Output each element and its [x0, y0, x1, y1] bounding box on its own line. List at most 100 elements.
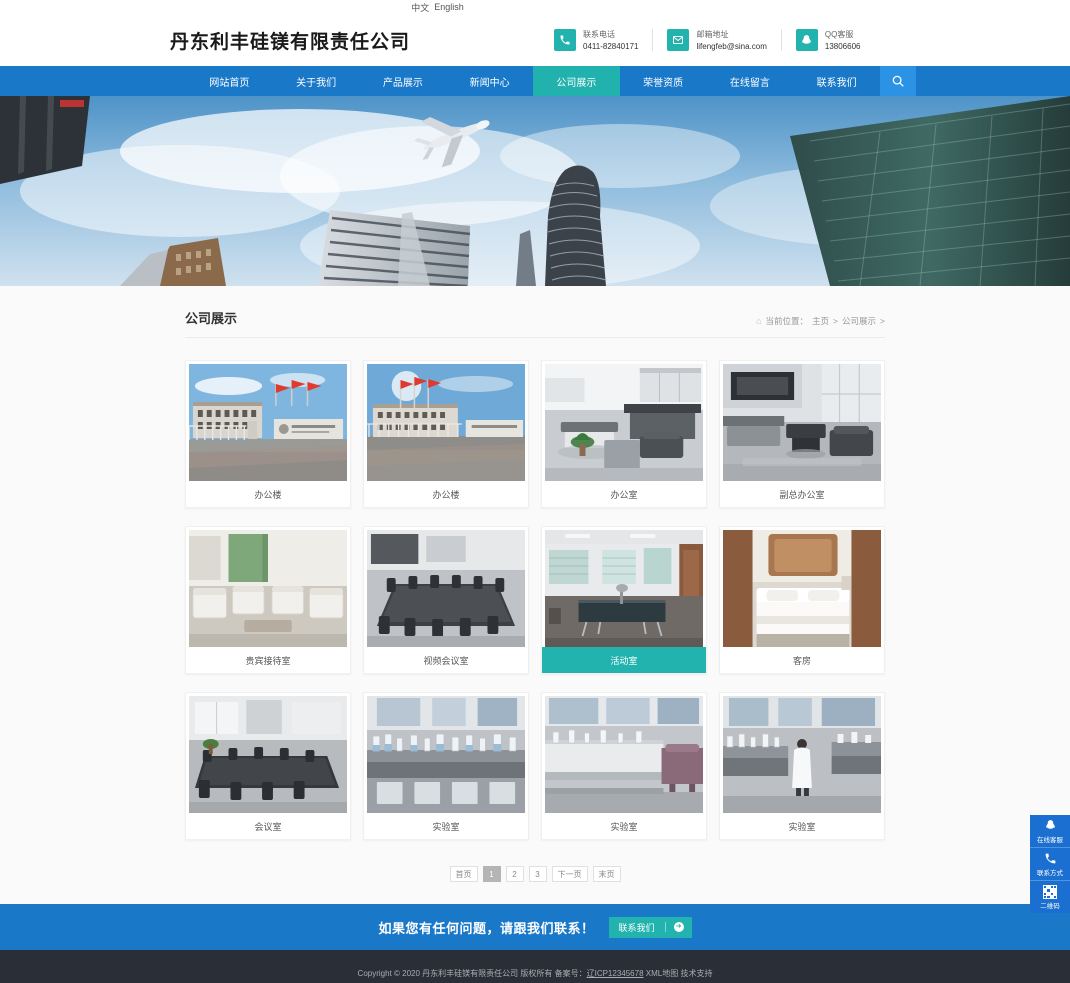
gallery-card-active[interactable]: 活动室 [541, 526, 707, 674]
widget-contact-method[interactable]: 联系方式 [1030, 848, 1070, 881]
card-thumbnail [367, 364, 525, 481]
nav-item-honors[interactable]: 荣誉资质 [620, 66, 707, 96]
qrcode-icon [1043, 885, 1057, 899]
contact-phone-value: 0411-82840171 [583, 42, 639, 51]
cta-contact-button[interactable]: 联系我们 ➜ [608, 916, 692, 938]
pagination: 首页 1 2 3 下一页 末页 [185, 840, 885, 882]
pagination-last[interactable]: 末页 [592, 866, 621, 882]
nav-item-company-showcase[interactable]: 公司展示 [533, 66, 620, 96]
contact-qq[interactable]: QQ客服 13806606 [780, 29, 875, 51]
lang-english-link[interactable]: English [434, 2, 464, 12]
hero-image [0, 96, 1070, 286]
footer-copyright-text: Copyright © 2020 丹东利丰硅镁有限责任公司 版权所有 备案号： [357, 968, 587, 978]
page-title: 公司展示 [185, 311, 238, 326]
gallery-grid: 办公楼 办公楼 办公室 副总办公室 贵宾接待室 视频会议室 活动室 客房 会议室… [185, 338, 885, 840]
language-bar: 中文 English [0, 0, 1070, 14]
gallery-card[interactable]: 办公楼 [363, 360, 529, 508]
breadcrumb: ⌂ 当前位置： 主页 > 公司展示 > [756, 315, 885, 327]
gallery-card[interactable]: 实验室 [541, 692, 707, 840]
card-caption: 实验室 [364, 813, 528, 839]
card-thumbnail [545, 696, 703, 813]
office-building-flags2-image [367, 364, 525, 481]
mail-icon [667, 29, 690, 51]
cta-button-label: 联系我们 [618, 922, 655, 933]
gallery-card[interactable]: 办公楼 [185, 360, 351, 508]
gallery-card[interactable]: 会议室 [185, 692, 351, 840]
contact-phone[interactable]: 联系电话 0411-82840171 [540, 29, 652, 51]
cta-text: 如果您有任何问题，请跟我们联系！ [378, 920, 595, 936]
contact-phone-label: 联系电话 [583, 30, 616, 39]
card-caption: 客房 [720, 647, 884, 673]
gallery-card[interactable]: 副总办公室 [719, 360, 885, 508]
card-thumbnail [545, 364, 703, 481]
card-caption: 办公室 [542, 481, 706, 507]
nav-item-home[interactable]: 网站首页 [186, 66, 273, 96]
card-caption: 会议室 [186, 813, 350, 839]
pagination-next[interactable]: 下一页 [551, 866, 588, 882]
hero-banner [0, 96, 1070, 286]
contact-email-label: 邮箱地址 [696, 30, 729, 39]
main-content: 公司展示 ⌂ 当前位置： 主页 > 公司展示 > 办公楼 办公楼 办公室 副总办… [0, 286, 1070, 904]
gallery-card[interactable]: 实验室 [719, 692, 885, 840]
nav-item-news[interactable]: 新闻中心 [446, 66, 533, 96]
card-thumbnail [545, 530, 703, 647]
vip-lounge-image [189, 530, 347, 647]
breadcrumb-item-current[interactable]: 公司展示 [842, 315, 876, 327]
pagination-page-2[interactable]: 2 [505, 866, 524, 882]
widget-contact-method-label: 联系方式 [1037, 870, 1063, 877]
qq-icon [795, 29, 818, 51]
gallery-card[interactable]: 贵宾接待室 [185, 526, 351, 674]
card-thumbnail [189, 364, 347, 481]
breadcrumb-item-home[interactable]: 主页 [812, 315, 829, 327]
widget-online-service[interactable]: 在线客服 [1030, 815, 1070, 848]
contact-email[interactable]: 邮箱地址 lifengfeb@sina.com [652, 29, 780, 51]
meeting-room-image [189, 696, 347, 813]
card-caption: 办公楼 [186, 481, 350, 507]
card-thumbnail [723, 696, 881, 813]
contact-qq-label: QQ客服 [824, 30, 854, 39]
floating-service-widget: 在线客服 联系方式 二维码 [1030, 815, 1070, 913]
home-icon: ⌂ [756, 316, 762, 326]
footer-copyright-line: Copyright © 2020 丹东利丰硅镁有限责任公司 版权所有 备案号：辽… [358, 968, 713, 979]
card-caption: 活动室 [542, 647, 706, 673]
card-thumbnail [723, 364, 881, 481]
nav-item-about[interactable]: 关于我们 [273, 66, 360, 96]
nav-item-message[interactable]: 在线留言 [707, 66, 794, 96]
search-button[interactable] [880, 66, 916, 96]
footer-xml-link[interactable]: XML地图 [646, 969, 678, 978]
footer-icp-link[interactable]: 辽ICP12345678 [587, 969, 644, 978]
arrow-right-icon: ➜ [664, 922, 692, 932]
gallery-card[interactable]: 实验室 [363, 692, 529, 840]
office-building-flags-image [189, 364, 347, 481]
gallery-card[interactable]: 客房 [719, 526, 885, 674]
card-caption: 实验室 [542, 813, 706, 839]
nav-item-products[interactable]: 产品展示 [360, 66, 447, 96]
page-root: 中文 English 丹东利丰硅镁有限责任公司 联系电话 0411-828401… [0, 0, 1070, 983]
nav-item-contact[interactable]: 联系我们 [793, 66, 880, 96]
card-thumbnail [367, 530, 525, 647]
gallery-card[interactable]: 视频会议室 [363, 526, 529, 674]
pagination-page-1[interactable]: 1 [482, 866, 501, 882]
card-caption: 实验室 [720, 813, 884, 839]
widget-qrcode-label: 二维码 [1040, 903, 1060, 910]
phone-icon [1044, 852, 1057, 866]
card-thumbnail [723, 530, 881, 647]
lab-1-image [367, 696, 525, 813]
breadcrumb-separator-2: > [880, 316, 885, 326]
card-caption: 贵宾接待室 [186, 647, 350, 673]
video-meeting-image [367, 530, 525, 647]
pagination-first[interactable]: 首页 [449, 866, 478, 882]
pagination-page-3[interactable]: 3 [528, 866, 547, 882]
contact-email-value: lifengfeb@sina.com [696, 42, 767, 51]
phone-icon [554, 29, 577, 51]
exec-office-image [723, 364, 881, 481]
footer-support-link[interactable]: 技术支持 [680, 969, 712, 978]
card-thumbnail [189, 530, 347, 647]
lab-2-image [545, 696, 703, 813]
lang-chinese-link[interactable]: 中文 [411, 1, 429, 14]
card-thumbnail [189, 696, 347, 813]
lab-3-image [723, 696, 881, 813]
gallery-card[interactable]: 办公室 [541, 360, 707, 508]
widget-qrcode[interactable]: 二维码 [1030, 881, 1070, 913]
card-caption: 副总办公室 [720, 481, 884, 507]
